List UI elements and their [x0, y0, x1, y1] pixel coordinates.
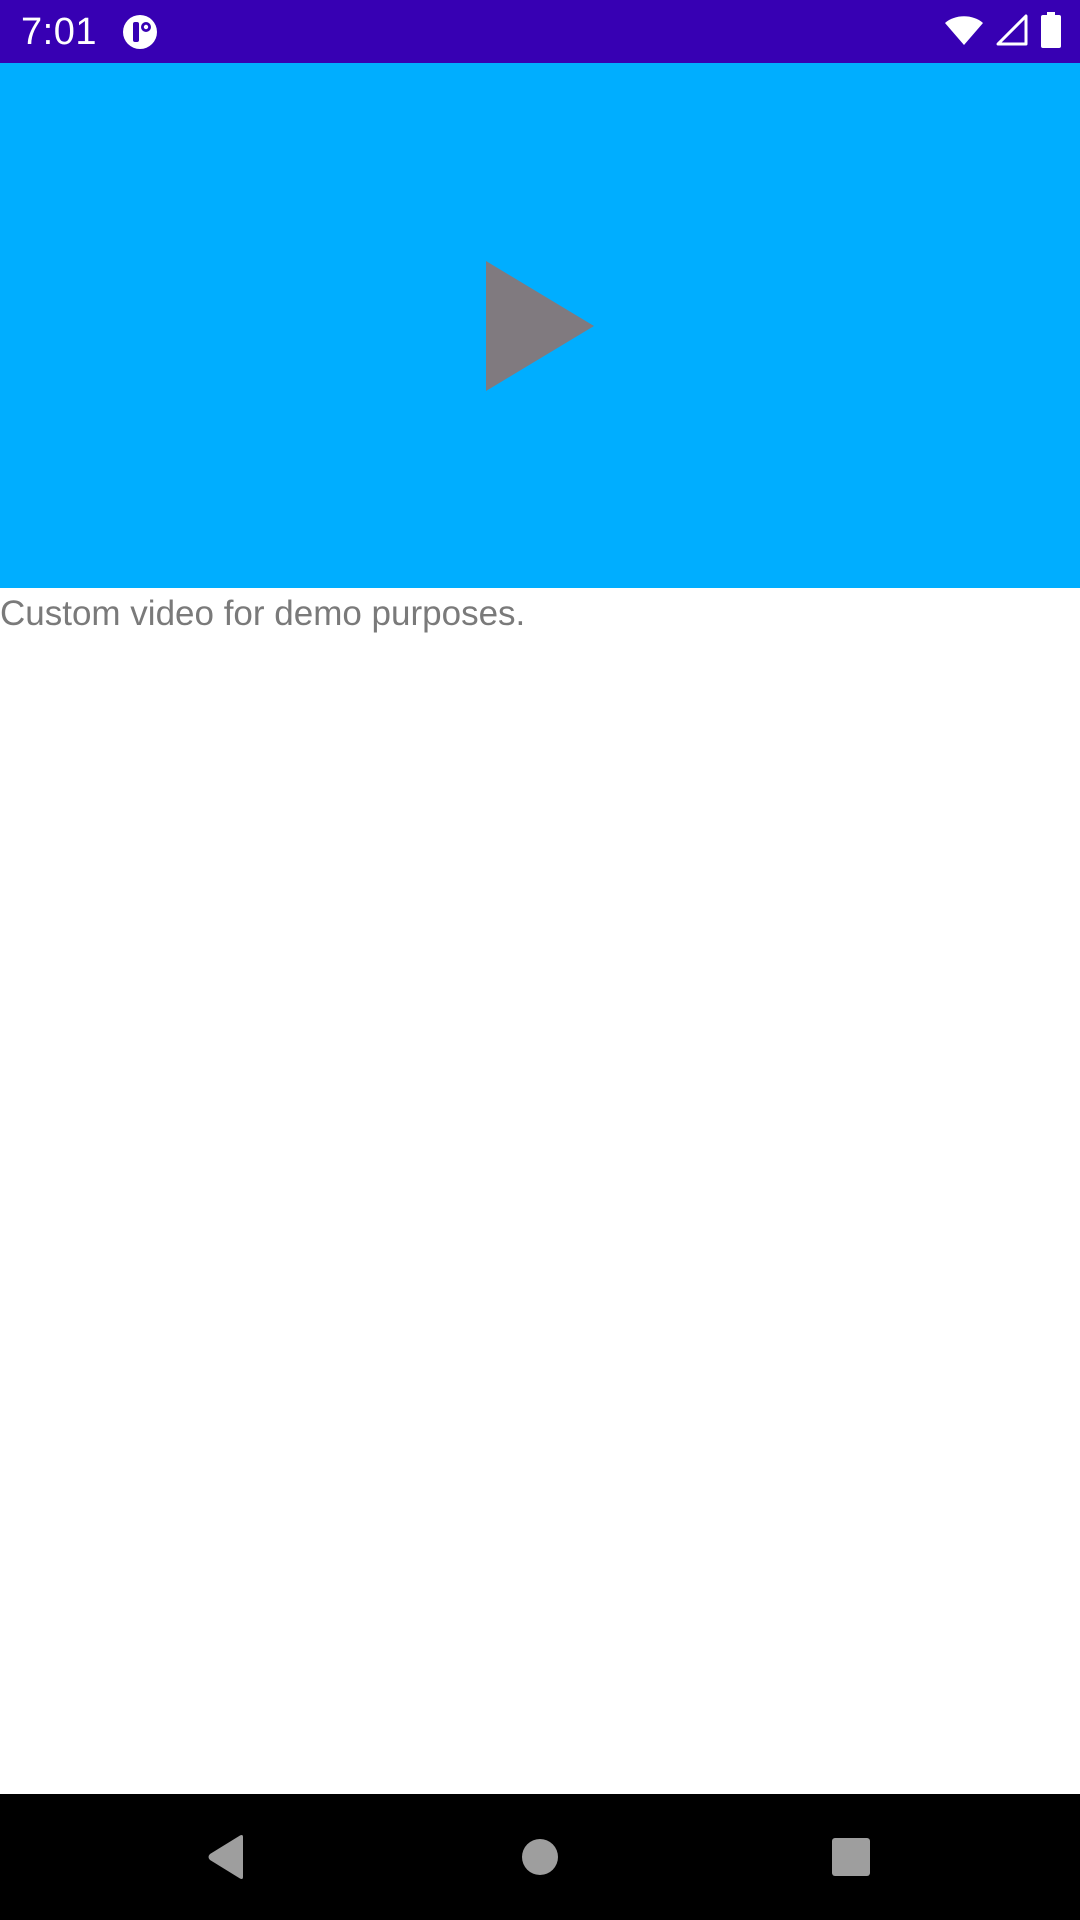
back-button[interactable]: [146, 1794, 306, 1920]
app-notification-icon: [122, 14, 158, 50]
play-icon: [486, 261, 594, 391]
video-caption: Custom video for demo purposes.: [0, 594, 526, 633]
wifi-icon: [944, 14, 984, 51]
video-player[interactable]: [0, 63, 1080, 588]
home-icon: [522, 1839, 558, 1875]
status-time: 7:01: [21, 11, 97, 53]
navigation-bar: [0, 1794, 1080, 1920]
recents-icon: [832, 1838, 870, 1876]
status-icons: [944, 11, 1062, 53]
battery-icon: [1040, 11, 1062, 53]
status-bar: 7:01: [0, 0, 1080, 63]
play-button[interactable]: [486, 261, 594, 391]
home-button[interactable]: [460, 1794, 620, 1920]
screen: 7:01 Custom video for demo purposes.: [0, 0, 1080, 1920]
cell-signal-icon: [996, 14, 1028, 51]
back-icon: [208, 1835, 243, 1879]
recents-button[interactable]: [771, 1794, 931, 1920]
